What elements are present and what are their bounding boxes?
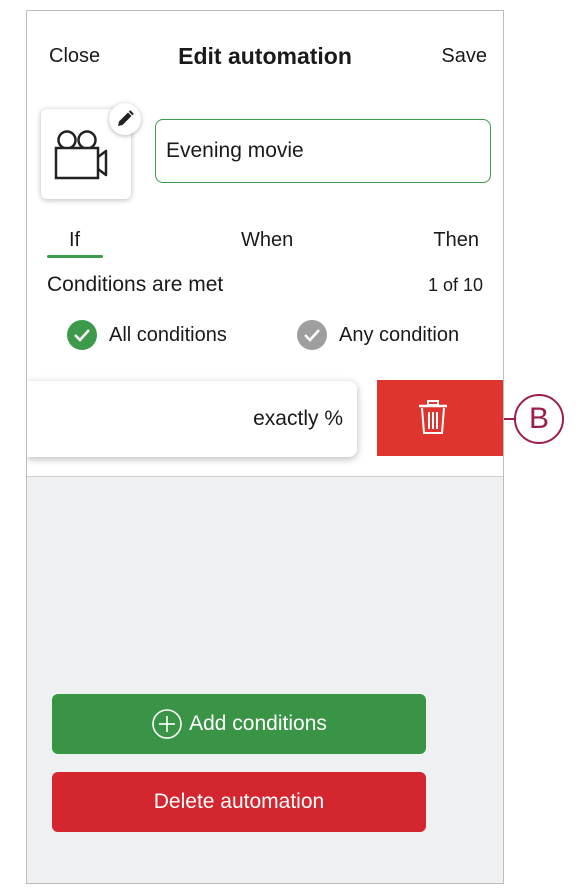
pencil-icon [118,110,134,126]
any-condition-option[interactable]: Any condition [297,319,459,351]
tab-when[interactable]: When [241,229,293,252]
condition-text: exactly % [253,407,343,430]
trash-icon [419,400,447,434]
all-conditions-option[interactable]: All conditions [67,319,227,351]
delete-automation-label: Delete automation [153,790,325,813]
delete-condition-button[interactable] [377,380,503,456]
tab-if[interactable]: If [69,229,80,252]
check-circle-icon [297,320,327,350]
page-title: Edit automation [178,43,352,69]
save-button[interactable]: Save [441,45,487,68]
callout-b: B [514,394,564,444]
plus-circle-icon [151,708,183,740]
add-conditions-label: Add conditions [189,712,327,735]
edit-icon-button[interactable] [109,103,141,135]
movie-camera-icon [54,130,108,180]
all-conditions-label: All conditions [109,323,227,346]
tab-then[interactable]: Then [433,229,479,252]
check-circle-icon [67,320,97,350]
conditions-count: 1 of 10 [427,275,483,295]
active-tab-indicator [47,255,103,258]
delete-automation-button[interactable]: Delete automation [52,772,426,832]
any-condition-label: Any condition [339,323,460,346]
conditions-title: Conditions are met [47,273,224,296]
condition-card[interactable]: exactly % [27,381,357,457]
add-conditions-button[interactable]: Add conditions [52,694,426,754]
automation-name-input[interactable] [155,119,491,183]
callout-connector [504,418,514,420]
